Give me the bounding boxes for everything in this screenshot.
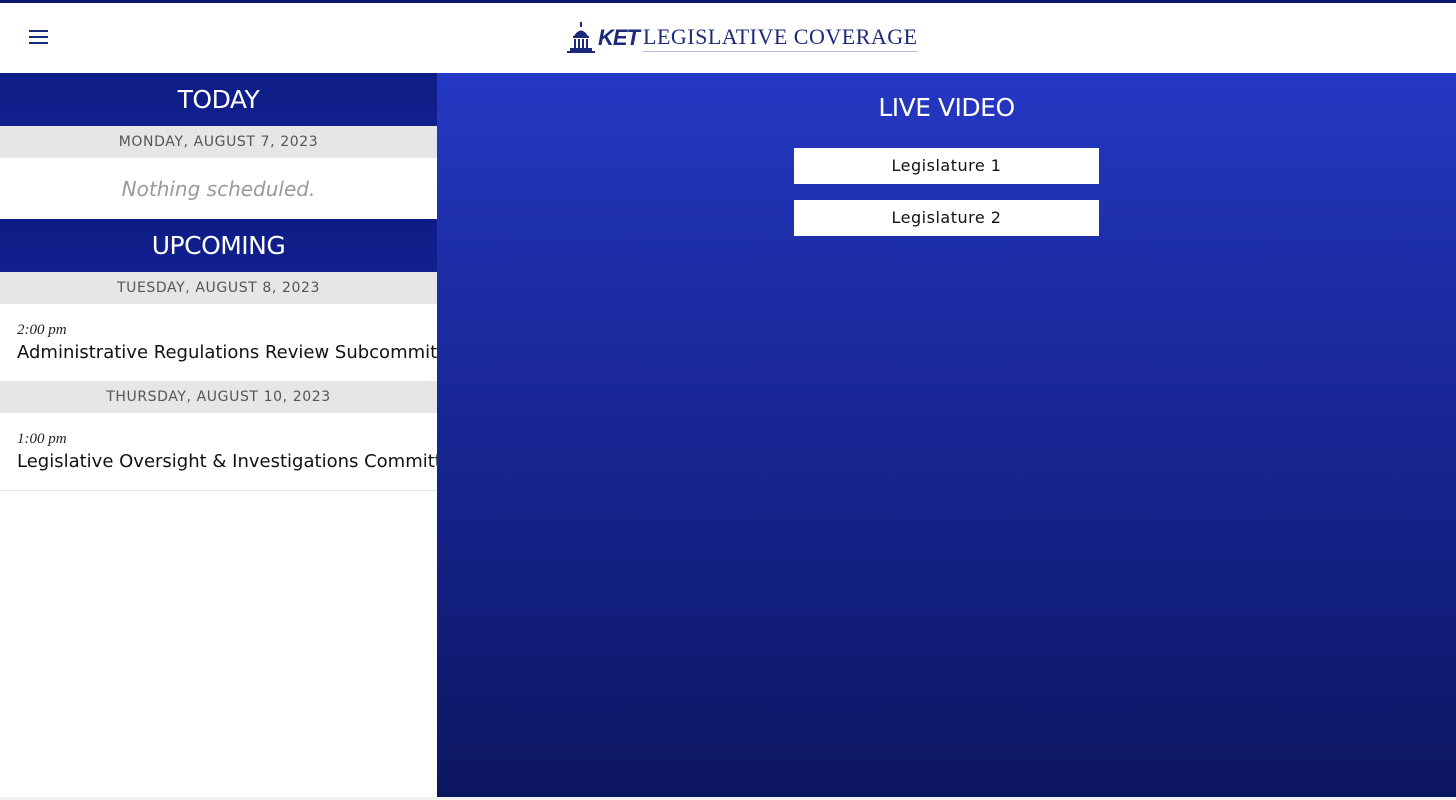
hamburger-menu-icon[interactable] [24,25,54,51]
event-item[interactable]: 2:00 pm Administrative Regulations Revie… [0,304,467,381]
legislature-2-button[interactable]: Legislature 2 [794,200,1099,236]
logo-ket-text: KET [598,25,640,50]
logo-title-text: LEGISLATIVE COVERAGE [643,24,918,52]
event-time: 2:00 pm [17,322,67,338]
schedule-sidebar: TODAY MONDAY, AUGUST 7, 2023 Nothing sch… [0,73,467,797]
live-video-heading: LIVE VIDEO [878,93,1015,122]
live-video-panel: LIVE VIDEO Legislature 1 Legislature 2 [437,73,1456,797]
event-title: Administrative Regulations Review Subcom… [17,342,467,363]
nothing-scheduled-text: Nothing scheduled. [121,177,316,201]
app-logo[interactable]: KET LEGISLATIVE COVERAGE [566,21,918,55]
event-item[interactable]: 1:00 pm Legislative Oversight & Investig… [0,413,465,491]
today-date: MONDAY, AUGUST 7, 2023 [0,126,437,158]
legislature-1-button[interactable]: Legislature 1 [794,148,1099,184]
event-title: Legislative Oversight & Investigations C… [17,451,465,472]
upcoming-heading: UPCOMING [0,219,437,272]
upcoming-date: TUESDAY, AUGUST 8, 2023 [0,272,437,304]
today-heading: TODAY [0,73,437,126]
capitol-dome-icon [567,22,595,53]
upcoming-date: THURSDAY, AUGUST 10, 2023 [0,381,437,413]
event-time: 1:00 pm [17,431,67,447]
app-header: KET LEGISLATIVE COVERAGE [0,3,1456,73]
